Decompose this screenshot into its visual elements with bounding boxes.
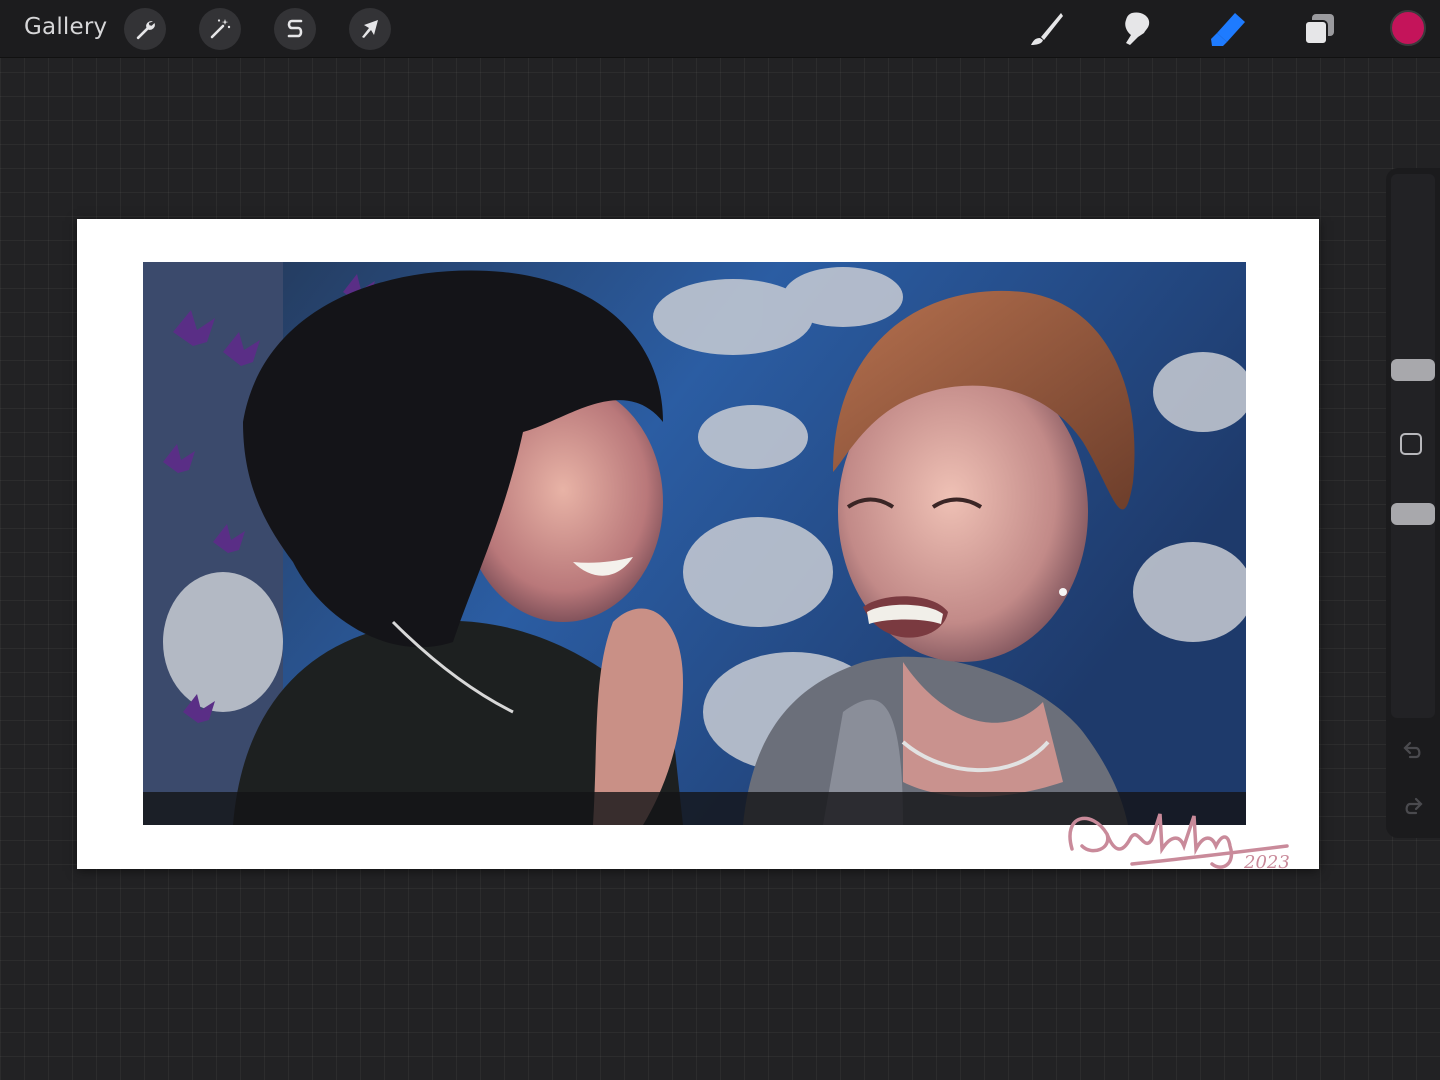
smudge-tool-button[interactable] (1117, 10, 1157, 48)
modify-button[interactable] (1400, 433, 1422, 455)
adjustments-button[interactable] (199, 8, 241, 50)
undo-icon (1403, 741, 1421, 759)
gallery-button[interactable]: Gallery (24, 14, 107, 40)
redo-icon (1405, 797, 1423, 815)
signature-year: 2023 (1243, 852, 1290, 873)
undo-button[interactable] (1399, 736, 1427, 764)
opacity-slider-thumb[interactable] (1391, 503, 1435, 525)
artwork-drawing (143, 262, 1246, 825)
selection-s-icon (287, 19, 303, 38)
magic-wand-icon (210, 19, 231, 39)
side-toolbar (1386, 168, 1440, 838)
drawing-canvas[interactable]: 2023 (77, 219, 1319, 873)
wrench-icon (136, 21, 155, 40)
erase-tool-button[interactable] (1208, 10, 1248, 48)
layers-icon (1304, 14, 1334, 45)
brush-size-slider-thumb[interactable] (1391, 358, 1435, 381)
actions-button[interactable] (124, 8, 166, 50)
redo-button[interactable] (1399, 792, 1427, 820)
eraser-icon (1211, 13, 1245, 46)
arrow-cursor-icon (362, 20, 378, 38)
color-picker-swatch[interactable] (1390, 10, 1426, 46)
artist-signature: 2023 (1068, 813, 1290, 873)
transform-button[interactable] (349, 8, 391, 50)
paint-tool-button[interactable] (1026, 10, 1066, 48)
smudge-icon (1125, 12, 1150, 46)
layers-button[interactable] (1299, 10, 1339, 48)
selection-button[interactable] (274, 8, 316, 50)
artwork-illustration (143, 262, 1246, 825)
top-toolbar: Gallery (0, 0, 1440, 58)
brush-icon (1031, 13, 1063, 45)
